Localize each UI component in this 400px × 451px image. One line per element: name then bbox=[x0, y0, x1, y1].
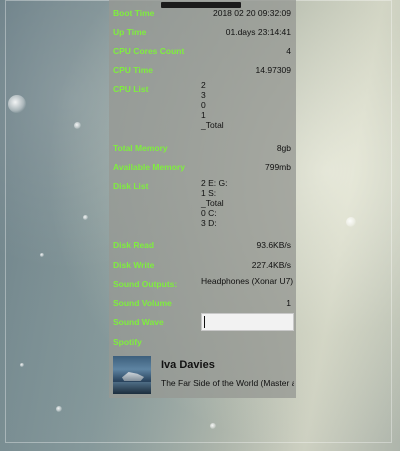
spotify-row: Spotify bbox=[113, 335, 295, 349]
album-art[interactable] bbox=[113, 356, 151, 394]
disk-write-label: Disk Write bbox=[113, 260, 155, 270]
up-time-row: Up Time 01.days 23:14:41 bbox=[113, 25, 295, 39]
sound-outputs-label: Sound Outputs: bbox=[113, 279, 178, 289]
disk-list-item: 3 D: bbox=[201, 218, 217, 228]
disk-list-item: 2 E: G: bbox=[201, 178, 228, 188]
total-memory-row: Total Memory 8gb bbox=[113, 141, 295, 155]
cpu-cores-row: CPU Cores Count 4 bbox=[113, 44, 295, 58]
album-art-ship-icon bbox=[122, 372, 144, 381]
disk-read-value: 93.6KB/s bbox=[256, 240, 292, 250]
disk-list-label: Disk List bbox=[113, 181, 149, 191]
disk-list-item: 1 S: bbox=[201, 188, 217, 198]
cpu-list-item: 1 bbox=[201, 110, 206, 120]
disk-write-value: 227.4KB/s bbox=[251, 260, 291, 270]
cpu-list-item: 2 bbox=[201, 80, 206, 90]
cpu-time-row: CPU Time 14.97309 bbox=[113, 63, 295, 77]
now-playing-track: The Far Side of the World (Master and Co… bbox=[161, 378, 294, 388]
disk-read-label: Disk Read bbox=[113, 240, 155, 250]
cpu-list-item: 0 bbox=[201, 100, 206, 110]
sound-volume-value: 1 bbox=[286, 298, 291, 308]
available-memory-value: 799mb bbox=[265, 162, 291, 172]
spotify-label: Spotify bbox=[113, 337, 142, 347]
sound-outputs-value: Headphones (Xonar U7) bbox=[201, 276, 294, 286]
boot-time-value: 2018 02 20 09:32:09 bbox=[213, 8, 291, 18]
sound-wave-label: Sound Wave bbox=[113, 317, 164, 327]
sound-volume-row: Sound Volume 1 bbox=[113, 296, 295, 310]
text-caret bbox=[204, 316, 205, 328]
up-time-value: 01.days 23:14:41 bbox=[225, 27, 291, 37]
boot-time-label: Boot Time bbox=[113, 8, 155, 18]
disk-write-row: Disk Write 227.4KB/s bbox=[113, 258, 295, 272]
up-time-label: Up Time bbox=[113, 27, 147, 37]
disk-list-item: _Total bbox=[201, 198, 224, 208]
cpu-list: 2 3 0 1 _Total bbox=[201, 80, 224, 130]
cpu-list-label: CPU List bbox=[113, 84, 149, 94]
now-playing-artist: Iva Davies bbox=[161, 359, 215, 371]
cpu-list-item: 3 bbox=[201, 90, 206, 100]
sound-wave-field[interactable] bbox=[201, 313, 294, 331]
disk-list: 2 E: G: 1 S: _Total 0 C: 3 D: bbox=[201, 178, 227, 228]
cpu-list-item: _Total bbox=[201, 120, 224, 130]
disk-read-row: Disk Read 93.6KB/s bbox=[113, 238, 295, 252]
total-memory-value: 8gb bbox=[276, 143, 291, 153]
cpu-time-value: 14.97309 bbox=[255, 65, 291, 75]
available-memory-row: Available Memory 799mb bbox=[113, 160, 295, 174]
cpu-cores-label: CPU Cores Count bbox=[113, 46, 185, 56]
available-memory-label: Available Memory bbox=[113, 162, 185, 172]
album-art-sea bbox=[113, 382, 151, 394]
disk-list-item: 0 C: bbox=[201, 208, 217, 218]
cpu-cores-value: 4 bbox=[286, 46, 291, 56]
boot-time-row: Boot Time 2018 02 20 09:32:09 bbox=[113, 6, 295, 20]
sound-volume-label: Sound Volume bbox=[113, 298, 172, 308]
cpu-time-label: CPU Time bbox=[113, 65, 153, 75]
total-memory-label: Total Memory bbox=[113, 143, 168, 153]
